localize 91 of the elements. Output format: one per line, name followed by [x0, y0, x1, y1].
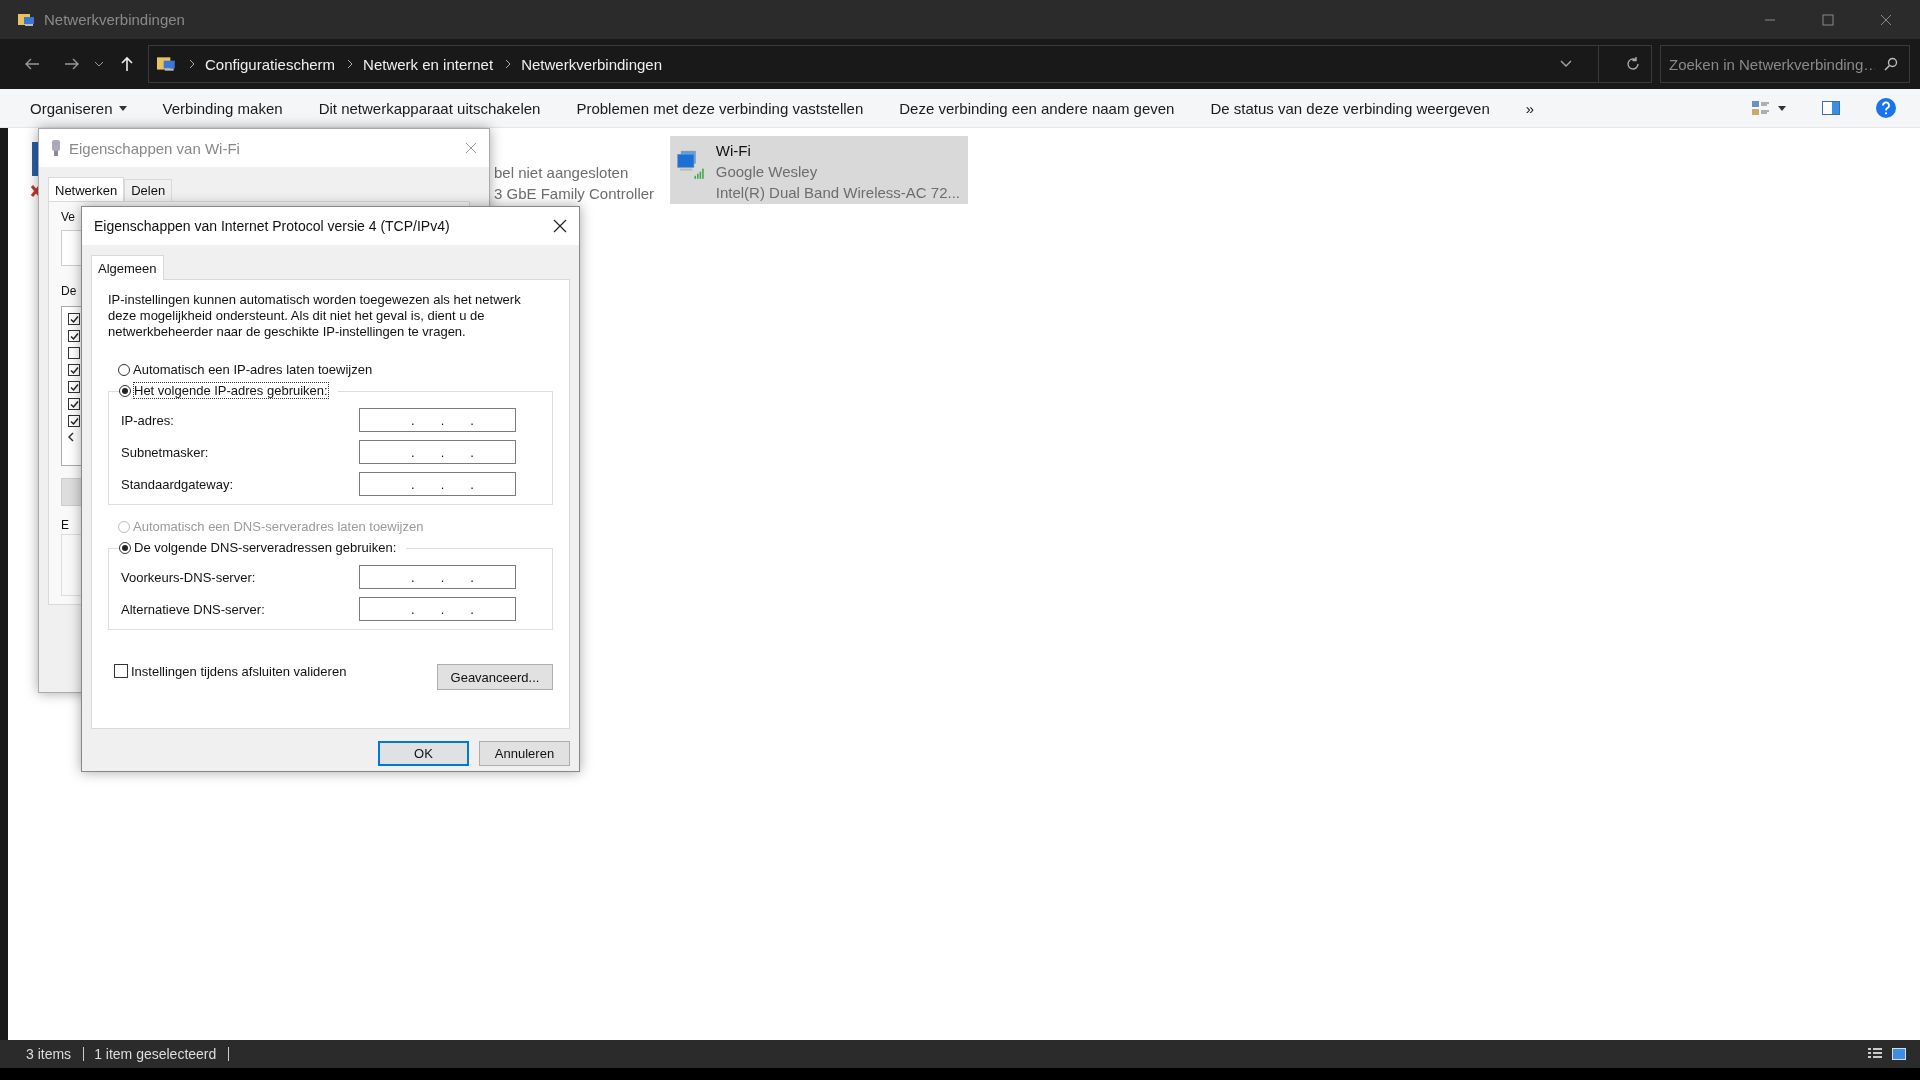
separator-dot: .: [411, 476, 415, 494]
ip-address-field[interactable]: . . .: [359, 472, 516, 496]
command-button[interactable]: Deze verbinding een andere naam geven: [899, 99, 1175, 117]
checkbox[interactable]: [68, 398, 80, 410]
separator-dot: .: [470, 601, 474, 619]
scroll-left-icon[interactable]: [68, 432, 74, 442]
breadcrumb-item[interactable]: Configuratiescherm: [205, 55, 336, 73]
more-commands-button[interactable]: »: [1525, 99, 1535, 117]
chevron-right-icon: [189, 59, 195, 69]
dialog-button[interactable]: OK: [378, 741, 469, 766]
field-label: Subnetmasker:: [121, 444, 210, 460]
address-bar[interactable]: Configuratiescherm Netwerk en internet Netwerkverbindingen: [148, 45, 1652, 83]
checkbox[interactable]: [68, 330, 80, 342]
refresh-icon[interactable]: [1625, 56, 1641, 72]
description-text: IP-instellingen kunnen automatisch worden toegewezen als het netwerk deze mogelijkheid ondersteunt. Als dit niet het geval is, dient u de netwerkbeheerder naar de geschikte IP-instellingen te vragen.: [108, 292, 522, 340]
status-text: 3 items: [26, 1047, 85, 1061]
breadcrumb-item[interactable]: Netwerkverbindingen: [521, 55, 663, 73]
chevron-down-icon[interactable]: [94, 61, 104, 67]
window-title: Netwerkverbindingen: [44, 11, 185, 28]
caret-icon[interactable]: [1778, 105, 1786, 111]
field-label: Alternatieve DNS-server:: [121, 601, 266, 617]
checkbox[interactable]: [68, 313, 80, 325]
radio-option[interactable]: De volgende DNS-serveradressen gebruiken:: [119, 540, 407, 555]
separator-dot: .: [470, 444, 474, 462]
ip-address-field[interactable]: . . .: [359, 440, 516, 464]
separator-dot: .: [411, 601, 415, 619]
separator-dot: .: [440, 569, 445, 587]
help-icon[interactable]: [1876, 98, 1896, 118]
dialog-title: Eigenschappen van Wi-Fi: [69, 139, 240, 157]
command-button[interactable]: Organiseren: [30, 99, 127, 117]
field-label: IP-adres:: [121, 412, 175, 428]
caret-icon: [118, 105, 127, 111]
up-arrow-icon[interactable]: [120, 56, 134, 72]
separator-dot: .: [470, 476, 474, 494]
network-folder-icon: [157, 55, 177, 73]
chevron-down-icon[interactable]: [1560, 60, 1572, 68]
tab[interactable]: Delen: [124, 179, 173, 201]
checkbox[interactable]: [68, 347, 80, 359]
details-view-icon[interactable]: [1868, 1047, 1882, 1061]
chevron-right-icon: [505, 59, 512, 69]
network-name: Google Wesley: [715, 162, 819, 182]
dialog-title: Eigenschappen van Internet Protocol versie 4 (TCP/IPv4): [94, 218, 450, 234]
field-label: Standaardgateway:: [121, 476, 235, 492]
maximize-icon[interactable]: [1822, 13, 1834, 26]
label-text: E: [61, 518, 69, 532]
separator-dot: .: [440, 476, 445, 494]
radio-option[interactable]: Het volgende IP-adres gebruiken:: [119, 383, 338, 398]
tab[interactable]: Algemeen: [91, 255, 164, 280]
chevron-right-icon: [347, 59, 354, 69]
preview-pane-icon[interactable]: [1822, 101, 1840, 115]
search-icon: [1884, 57, 1898, 71]
checkbox[interactable]: [68, 415, 80, 427]
command-button[interactable]: Problemen met deze verbinding vaststellen: [576, 99, 864, 117]
label-text: Ve: [61, 210, 75, 224]
field-label: Voorkeurs-DNS-server:: [121, 569, 257, 585]
command-button[interactable]: Dit netwerkapparaat uitschakelen: [318, 99, 541, 117]
separator-dot: .: [411, 444, 415, 462]
dialog-button[interactable]: Annuleren: [479, 741, 570, 766]
adapter-name: Intel(R) Dual Band Wireless-AC 72...: [715, 183, 960, 203]
connection-item[interactable]: Wi-Fi Google Wesley Intel(R) Dual Band Wireless-AC 72...: [670, 136, 968, 204]
checkbox-option[interactable]: Instellingen tijdens afsluiten valideren: [114, 663, 347, 679]
separator-dot: .: [440, 601, 445, 619]
network-folder-icon: [18, 11, 36, 28]
view-options-icon[interactable]: [1752, 100, 1770, 116]
connection-detail: 3 GbE Family Controller: [494, 184, 656, 204]
advanced-button[interactable]: Geavanceerd...: [437, 664, 553, 690]
separator-dot: .: [440, 444, 445, 462]
separator-dot: .: [440, 412, 445, 430]
checkbox[interactable]: [68, 381, 80, 393]
label-text: De: [61, 284, 77, 298]
back-arrow-icon[interactable]: [24, 57, 40, 71]
radio-option[interactable]: Automatisch een IP-adres laten toewijzen: [118, 362, 553, 377]
adapter-icon: [51, 140, 61, 156]
separator-dot: .: [470, 412, 474, 430]
ip-address-field[interactable]: . . .: [359, 565, 516, 589]
tab[interactable]: Netwerken: [48, 177, 125, 202]
checkbox[interactable]: [68, 364, 80, 376]
command-button[interactable]: Verbinding maken: [162, 99, 283, 117]
connection-name: Wi-Fi: [715, 141, 752, 161]
tiles-view-icon[interactable]: [1892, 1047, 1906, 1061]
ip-address-field[interactable]: . . .: [359, 408, 516, 432]
ip-address-field[interactable]: . . .: [359, 597, 516, 621]
connection-detail: bel niet aangesloten: [494, 163, 630, 183]
separator-dot: .: [470, 569, 474, 587]
close-icon[interactable]: [553, 219, 567, 233]
separator-dot: .: [411, 412, 415, 430]
status-text: 1 item geselecteerd: [94, 1047, 230, 1061]
breadcrumb-item[interactable]: Netwerk en internet: [363, 55, 494, 73]
separator-dot: .: [411, 569, 415, 587]
forward-arrow-icon[interactable]: [64, 57, 80, 71]
command-button[interactable]: De status van deze verbinding weergeven: [1210, 99, 1490, 117]
